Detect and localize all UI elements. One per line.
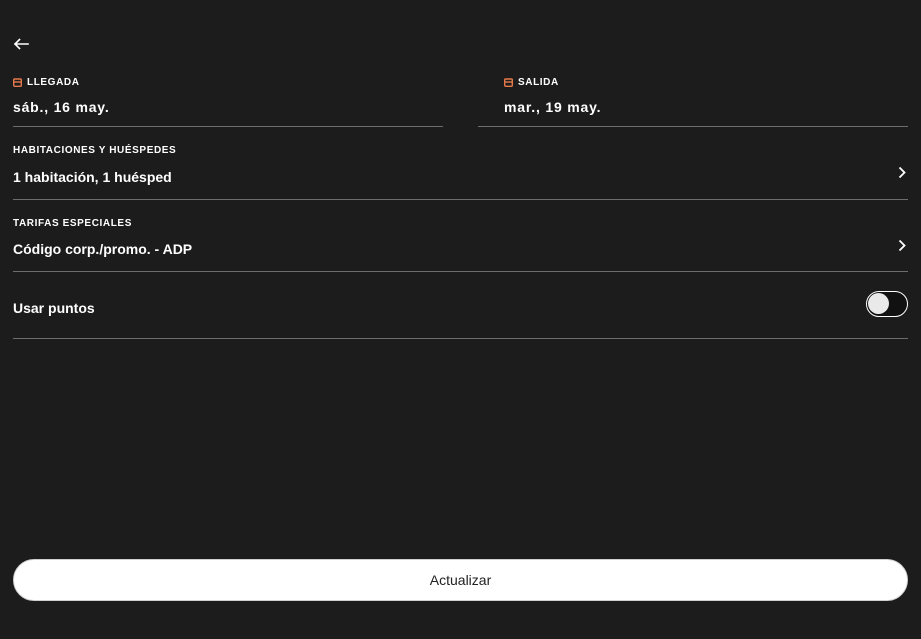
back-button[interactable] [10, 33, 32, 55]
departure-date-value: mar., 19 may. [504, 99, 602, 115]
rooms-guests-row[interactable]: HABITACIONES Y HUÉSPEDES 1 habitación, 1… [13, 127, 908, 200]
arrival-date-value: sáb., 16 may. [13, 99, 110, 115]
use-points-label: Usar puntos [13, 300, 95, 316]
special-rates-value: Código corp./promo. - ADP [13, 241, 193, 257]
update-button[interactable]: Actualizar [13, 559, 908, 601]
arrival-label: LLEGADA [27, 76, 80, 88]
departure-date-field[interactable]: SALIDA mar., 19 may. [478, 76, 908, 127]
calendar-icon [13, 77, 22, 87]
toggle-knob [868, 293, 889, 314]
arrow-left-icon [13, 38, 29, 50]
use-points-row: Usar puntos [13, 272, 908, 339]
special-rates-row[interactable]: TARIFAS ESPECIALES Código corp./promo. -… [13, 200, 908, 272]
chevron-right-icon [896, 238, 908, 252]
calendar-icon [504, 77, 513, 87]
booking-edit-panel: LLEGADA sáb., 16 may. SALIDA mar., 19 ma… [0, 0, 921, 639]
chevron-right-icon [896, 165, 908, 179]
rooms-guests-label: HABITACIONES Y HUÉSPEDES [13, 145, 177, 156]
special-rates-label: TARIFAS ESPECIALES [13, 218, 132, 229]
departure-label: SALIDA [518, 76, 559, 88]
rooms-guests-value: 1 habitación, 1 huésped [13, 169, 172, 185]
arrival-date-field[interactable]: LLEGADA sáb., 16 may. [13, 76, 443, 127]
use-points-toggle[interactable] [866, 291, 908, 317]
